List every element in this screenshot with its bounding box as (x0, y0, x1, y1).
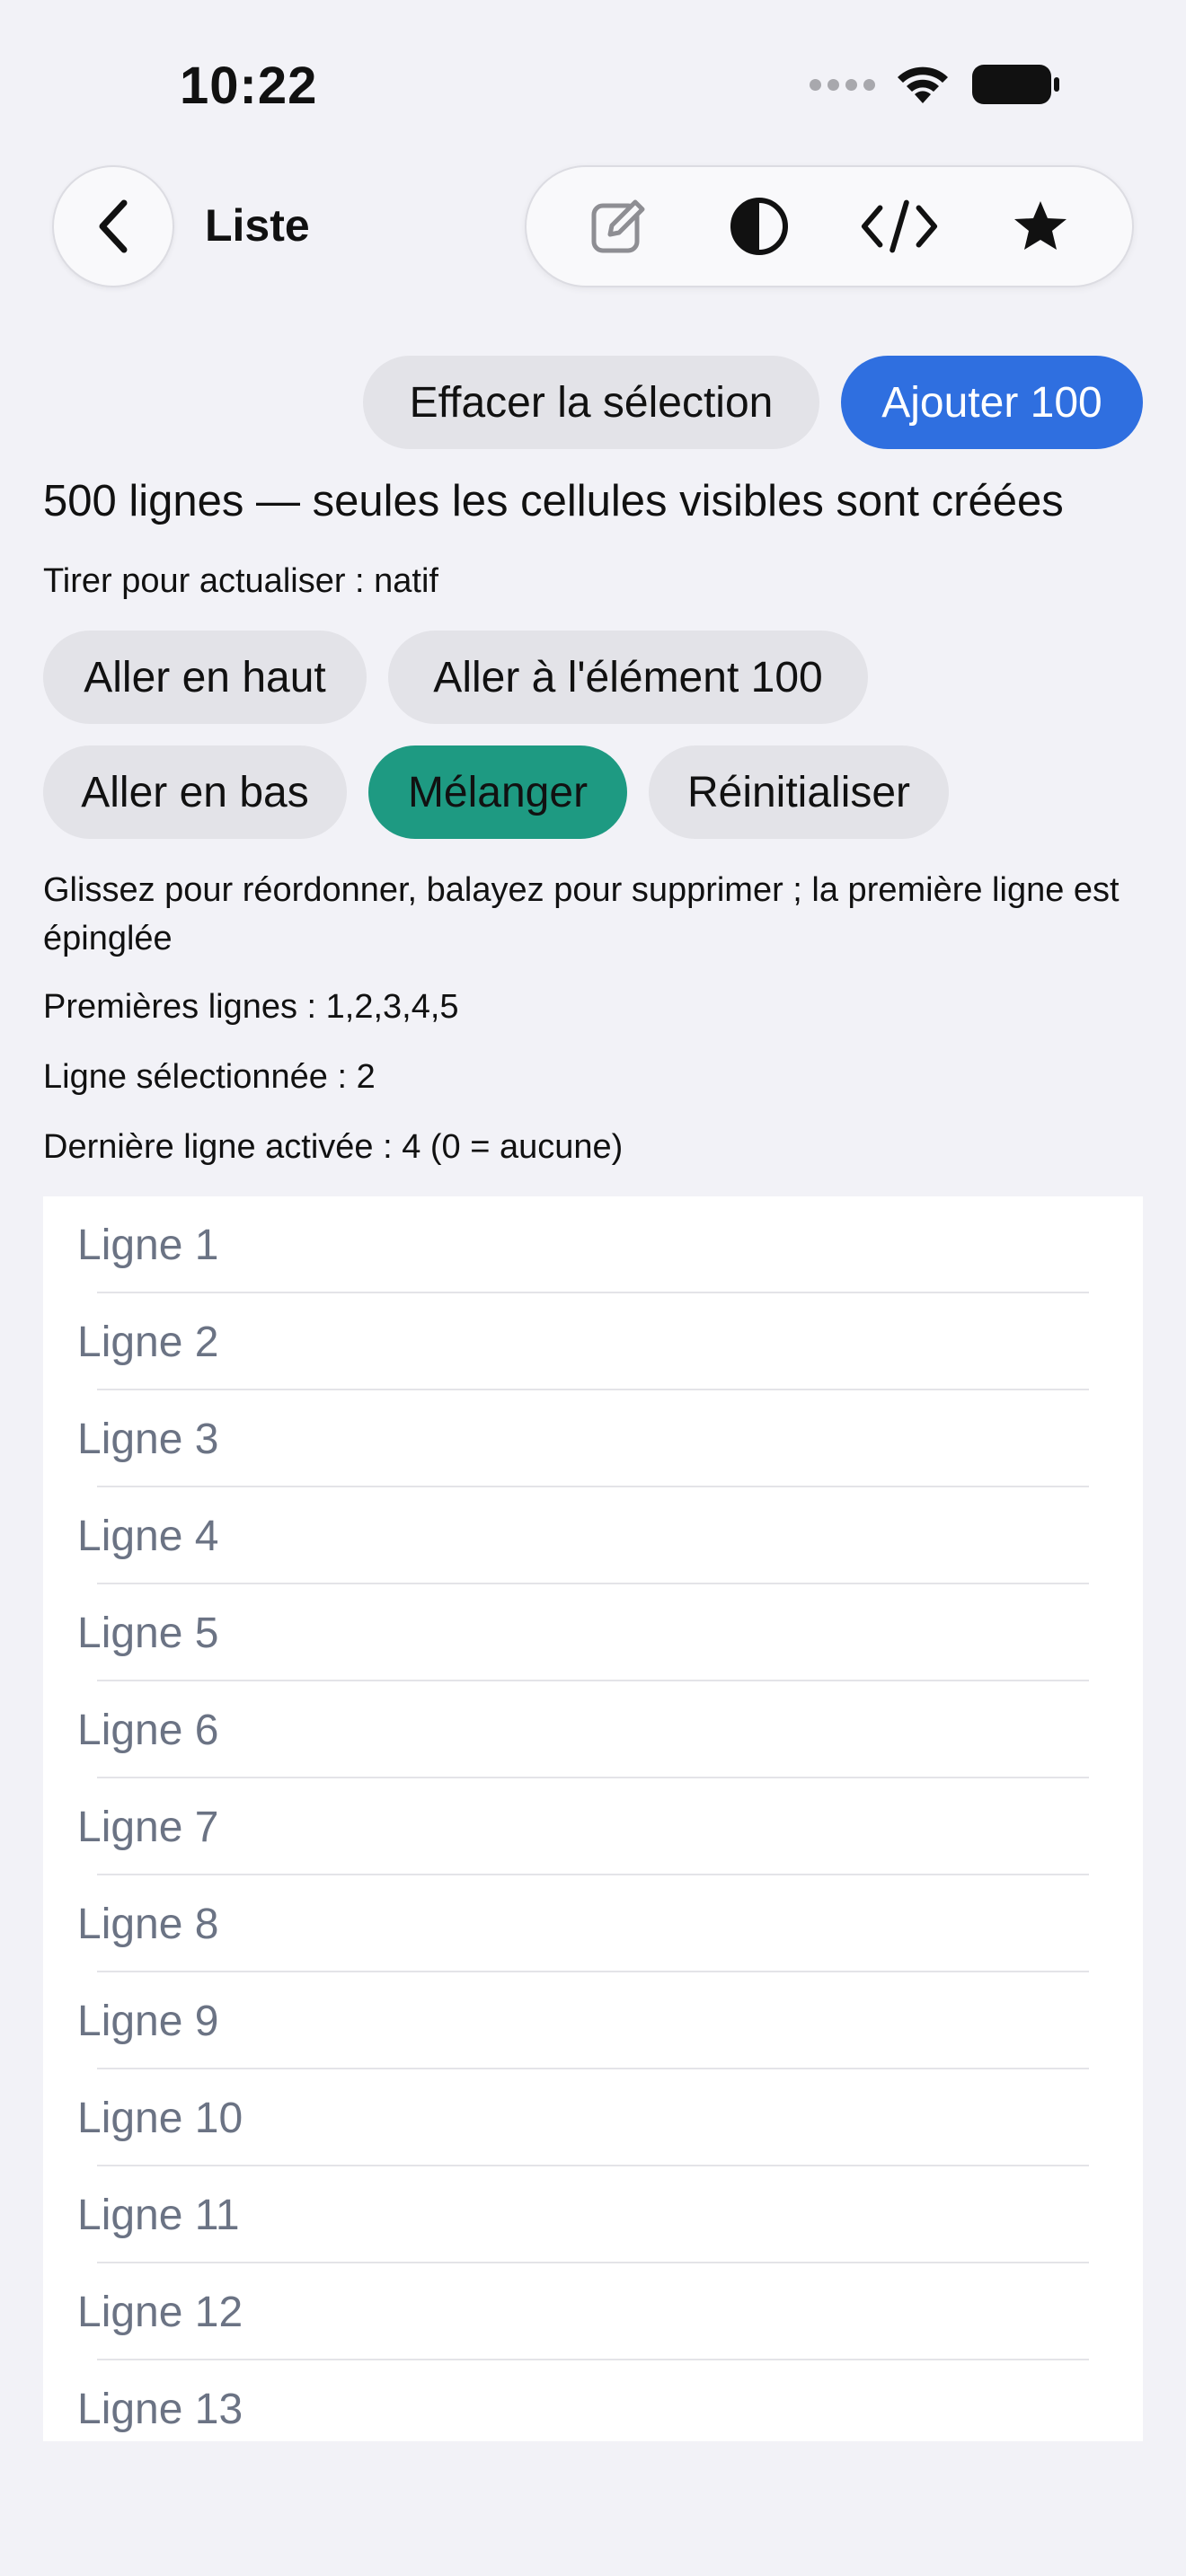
interaction-hint: Glissez pour réordonner, balayez pour su… (43, 871, 1120, 957)
list-row[interactable]: Ligne 5 (43, 1584, 1143, 1681)
star-icon (1013, 201, 1067, 250)
list-row[interactable]: Ligne 1 (43, 1196, 1143, 1293)
code-button[interactable] (859, 186, 940, 267)
back-button[interactable] (52, 165, 174, 287)
reset-button[interactable]: Réinitialiser (649, 745, 949, 839)
toolbar (525, 165, 1134, 287)
chevron-left-icon (99, 199, 128, 253)
clear-selection-button[interactable]: Effacer la sélection (363, 356, 819, 449)
list-summary: 500 lignes — seules les cellules visible… (43, 477, 1064, 525)
list-row[interactable]: Ligne 8 (43, 1875, 1143, 1972)
cellular-signal-icon (810, 78, 875, 91)
code-icon (862, 199, 938, 253)
list-row[interactable]: Ligne 3 (43, 1390, 1143, 1487)
first-rows-label: Premières lignes : 1,2,3,4,5 (43, 988, 459, 1026)
list-row[interactable]: Ligne 9 (43, 1972, 1143, 2069)
contrast-icon (730, 198, 788, 255)
list-row[interactable]: Ligne 6 (43, 1681, 1143, 1778)
list-row[interactable]: Ligne 7 (43, 1778, 1143, 1875)
selected-row-label: Ligne sélectionnée : 2 (43, 1058, 376, 1096)
list-row[interactable]: Ligne 13 (43, 2360, 1143, 2441)
add-100-button[interactable]: Ajouter 100 (841, 356, 1143, 449)
edit-icon (591, 199, 645, 253)
status-time: 10:22 (180, 57, 318, 115)
page-title: Liste (205, 200, 310, 251)
last-activated-label: Dernière ligne activée : 4 (0 = aucune) (43, 1128, 624, 1166)
contrast-button[interactable] (719, 186, 800, 267)
screen: 10:22 Liste Effacer la sélection Ajouter… (0, 0, 1186, 2576)
shuffle-button[interactable]: Mélanger (368, 745, 627, 839)
pull-to-refresh-label: Tirer pour actualiser : natif (43, 562, 438, 600)
status-icons (810, 63, 1060, 106)
edit-button[interactable] (578, 186, 659, 267)
list-row[interactable]: Ligne 10 (43, 2069, 1143, 2166)
battery-icon (972, 65, 1059, 104)
list-row[interactable]: Ligne 4 (43, 1487, 1143, 1584)
favorite-button[interactable] (1000, 186, 1081, 267)
list-row[interactable]: Ligne 2 (43, 1293, 1143, 1390)
list-row[interactable]: Ligne 12 (43, 2263, 1143, 2360)
list-row[interactable]: Ligne 11 (43, 2166, 1143, 2263)
wifi-icon (898, 66, 948, 103)
rows-list[interactable]: Ligne 1 Ligne 2 Ligne 3 Ligne 4 Ligne 5 … (43, 1196, 1143, 2441)
scroll-top-button[interactable]: Aller en haut (43, 631, 367, 724)
scroll-to-100-button[interactable]: Aller à l'élément 100 (388, 631, 868, 724)
scroll-bottom-button[interactable]: Aller en bas (43, 745, 347, 839)
